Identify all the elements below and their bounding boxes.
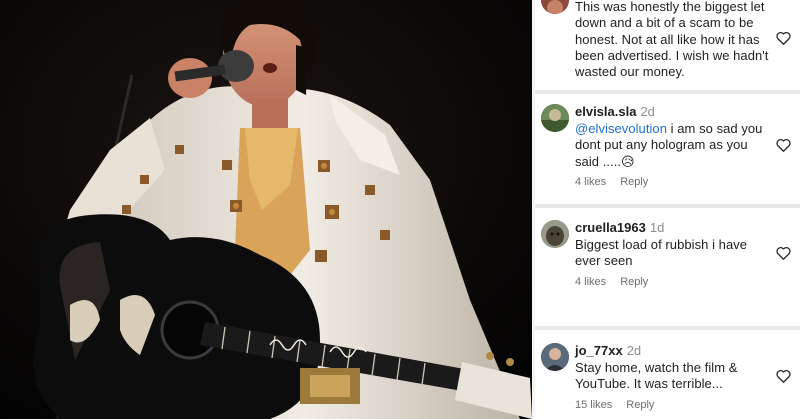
comment-username[interactable]: jo_77xx [575, 343, 623, 358]
reply-button[interactable]: Reply [620, 276, 648, 288]
comment-time: 1d [649, 220, 665, 235]
heart-icon[interactable] [776, 246, 791, 260]
comment-item: elvisla.sla 2d @elvisevolution i am so sa… [535, 94, 800, 204]
like-count[interactable]: 4 likes [575, 176, 606, 188]
comment-item: jo_77xx 2d Stay home, watch the film & Yo… [535, 330, 800, 419]
comment-text: Biggest load of rubbish i have ever seen [575, 237, 748, 269]
mention-link[interactable]: @elvisevolution [575, 121, 667, 136]
comment-username[interactable]: cruella1963 [575, 220, 646, 235]
comment-item: This was honestly the biggest let down a… [535, 0, 800, 90]
emoji: 😥 [621, 153, 635, 169]
avatar[interactable] [541, 220, 569, 248]
comments-panel[interactable]: This was honestly the biggest let down a… [535, 0, 800, 419]
avatar[interactable] [541, 0, 569, 14]
comment-item: cruella1963 1d Biggest load of rubbish i … [535, 208, 800, 326]
comment-time: 2d [640, 104, 655, 119]
comment-time: 2d [626, 343, 642, 358]
like-count[interactable]: 4 likes [575, 276, 606, 288]
reply-button[interactable]: Reply [620, 176, 648, 188]
like-count[interactable]: 15 likes [575, 399, 612, 411]
avatar[interactable] [541, 343, 569, 371]
heart-icon[interactable] [776, 369, 791, 383]
avatar[interactable] [541, 104, 569, 132]
comment-username[interactable]: elvisla.sla [575, 104, 636, 119]
reply-button[interactable]: Reply [626, 399, 654, 411]
heart-icon[interactable] [776, 31, 791, 45]
comment-text: This was honestly the biggest let down a… [575, 0, 769, 80]
comment-text: Stay home, watch the film & YouTube. It … [575, 360, 738, 392]
comment-text: @elvisevolution i am so sad you dont put… [575, 121, 771, 170]
heart-icon[interactable] [776, 138, 791, 152]
performer-photo [0, 0, 532, 419]
